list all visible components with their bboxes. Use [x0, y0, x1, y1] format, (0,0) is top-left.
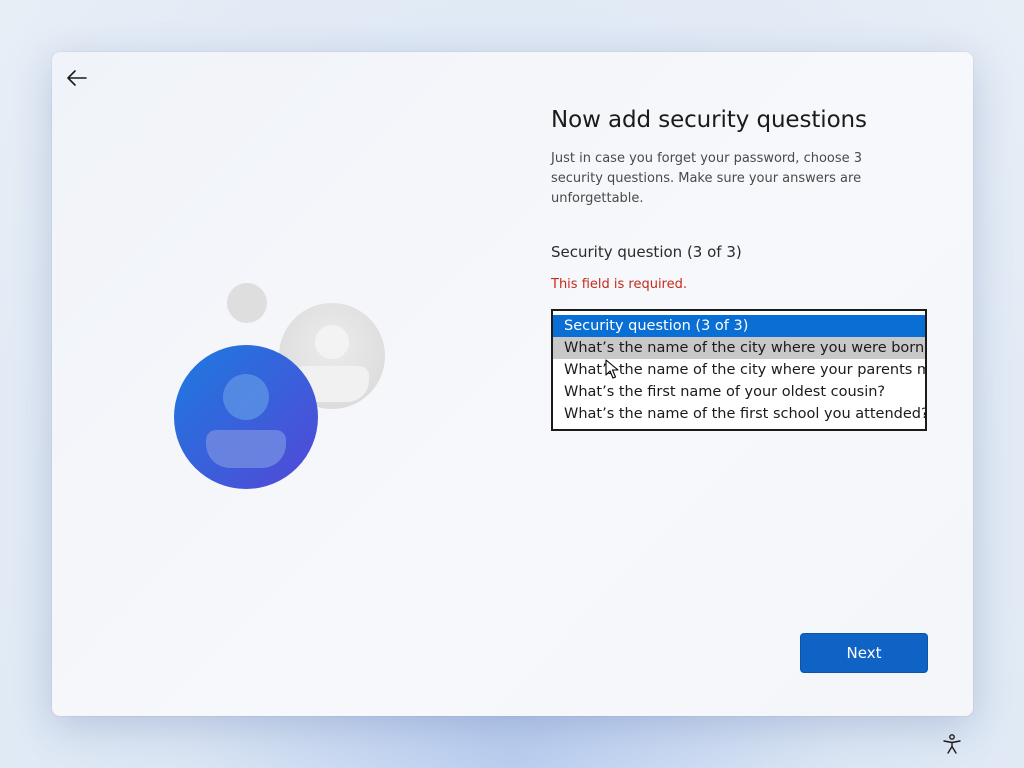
security-question-label: Security question (3 of 3): [551, 243, 742, 261]
back-arrow-icon: [67, 70, 87, 86]
accessibility-icon[interactable]: [941, 733, 963, 755]
dropdown-option[interactable]: What’s the name of the city where you we…: [553, 337, 925, 359]
validation-error: This field is required.: [551, 277, 687, 292]
back-button[interactable]: [62, 64, 92, 92]
next-button-label: Next: [846, 644, 882, 662]
dropdown-option[interactable]: What’s the name of the first school you …: [553, 403, 925, 425]
mouse-cursor-icon: [605, 359, 619, 379]
oobe-window: Now add security questions Just in case …: [52, 52, 973, 716]
dropdown-option[interactable]: What’s the first name of your oldest cou…: [553, 381, 925, 403]
page-title: Now add security questions: [551, 107, 867, 133]
next-button[interactable]: Next: [800, 633, 928, 673]
user-accounts-illustration: [174, 283, 385, 489]
form-panel: Now add security questions Just in case …: [551, 107, 931, 431]
security-question-dropdown-list[interactable]: Security question (3 of 3) What’s the na…: [551, 309, 927, 431]
dropdown-option[interactable]: Security question (3 of 3): [553, 315, 925, 337]
page-description: Just in case you forget your password, c…: [551, 151, 863, 206]
